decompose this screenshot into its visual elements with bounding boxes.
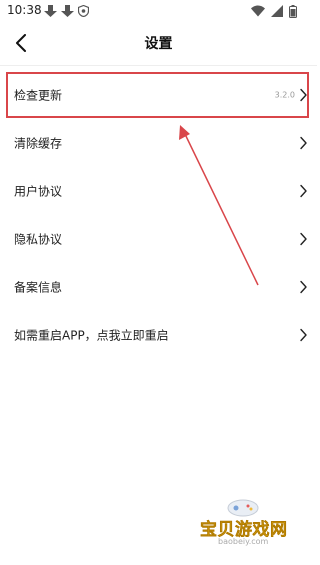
header-divider [0, 65, 317, 66]
nav-icon [61, 5, 74, 17]
signal-icon [271, 5, 283, 17]
menu-item-restart-app[interactable]: 如需重启APP，点我立即重启 [0, 311, 317, 359]
status-time: 10:38 [7, 3, 42, 17]
chevron-right-icon [300, 280, 307, 294]
chevron-right-icon [300, 184, 307, 198]
nav-icon [44, 5, 57, 17]
battery-icon [289, 4, 297, 18]
status-bar: 10:38 [0, 0, 317, 22]
menu-item-clear-cache[interactable]: 清除缓存 [0, 119, 317, 167]
header: 设置 [0, 22, 317, 66]
menu-item-label: 清除缓存 [14, 136, 63, 151]
menu-item-privacy-agreement[interactable]: 隐私协议 [0, 215, 317, 263]
menu-item-user-agreement[interactable]: 用户协议 [0, 167, 317, 215]
menu-item-label: 用户协议 [14, 184, 63, 199]
watermark: 宝贝游戏网 baobeiy.com [200, 497, 312, 559]
chevron-right-icon [300, 136, 307, 150]
menu-item-filing-info[interactable]: 备案信息 [0, 263, 317, 311]
gamepad-icon [227, 499, 259, 517]
settings-page: 10:38 设置 检查更新 3.2.0 清除缓存 用户协议 隐私协议 备案信息 … [0, 0, 317, 565]
status-icons-left [44, 4, 89, 18]
watermark-url: baobeiy.com [218, 537, 269, 546]
annotation-highlight-box [6, 72, 309, 118]
wifi-icon [251, 5, 265, 17]
menu-item-label: 隐私协议 [14, 232, 63, 247]
chevron-right-icon [300, 232, 307, 246]
status-icons-right [251, 4, 297, 18]
menu-item-label: 如需重启APP，点我立即重启 [14, 328, 169, 343]
shield-icon [78, 5, 89, 17]
menu-item-label: 备案信息 [14, 280, 63, 295]
chevron-right-icon [300, 328, 307, 342]
page-title: 设置 [144, 36, 173, 52]
